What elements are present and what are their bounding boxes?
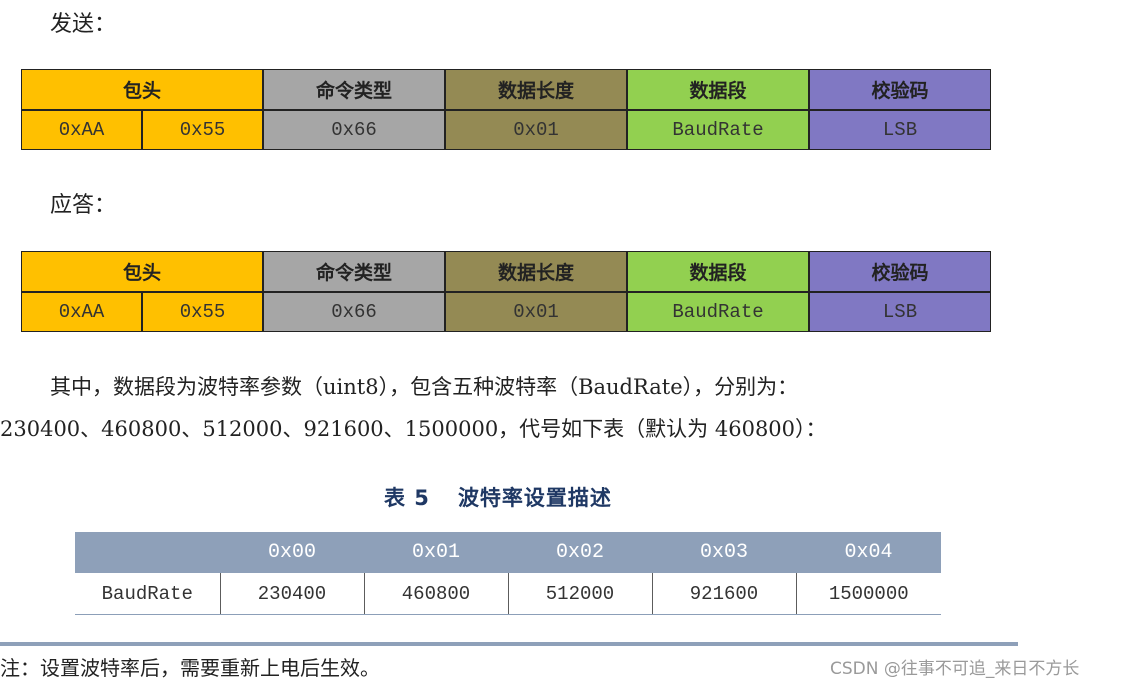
paragraph-line-1: 其中，数据段为波特率参数（uint8），包含五种波特率（BaudRate），分别… — [50, 375, 799, 399]
baud-table-header-row: 0x00 0x01 0x02 0x03 0x04 — [75, 532, 941, 573]
watermark-text: CSDN @往事不可追_来日不方长 — [830, 659, 1080, 679]
send-frame-table: 包头 命令类型 数据长度 数据段 校验码 0xAA 0x55 0x66 0x01… — [21, 69, 992, 150]
reply-value-0x55: 0x55 — [142, 292, 264, 332]
baud-value-cell: 512000 — [507, 573, 652, 615]
send-value-command: 0x66 — [263, 110, 446, 150]
reply-checksum-cell: 校验码 — [809, 251, 992, 292]
reply-value-command: 0x66 — [263, 292, 446, 332]
reply-frame-table: 包头 命令类型 数据长度 数据段 校验码 0xAA 0x55 0x66 0x01… — [21, 251, 992, 332]
baud-value-cell: 1500000 — [795, 573, 941, 615]
baud-row-label: BaudRate — [75, 573, 220, 615]
baud-header-cell: 0x04 — [796, 532, 941, 573]
baud-value-cell: 230400 — [219, 573, 364, 615]
send-value-checksum: LSB — [809, 110, 992, 150]
reply-data-segment-cell: 数据段 — [627, 251, 810, 292]
note-text: 注：设置波特率后，需要重新上电后生效。 — [0, 656, 380, 680]
reply-label: 应答： — [50, 193, 117, 218]
send-data-length-cell: 数据长度 — [445, 69, 628, 110]
send-value-0xaa: 0xAA — [21, 110, 142, 150]
reply-value-length: 0x01 — [445, 292, 628, 332]
divider-rule — [0, 642, 1018, 646]
table-caption: 表 5 波特率设置描述 — [384, 483, 612, 513]
send-value-length: 0x01 — [445, 110, 628, 150]
table-row: BaudRate 230400 460800 512000 921600 150… — [75, 573, 941, 615]
baud-header-cell: 0x01 — [364, 532, 508, 573]
baud-header-cell: 0x03 — [652, 532, 796, 573]
paragraph-line-2: 230400、460800、512000、921600、1500000，代号如下… — [0, 417, 827, 441]
send-data-segment-cell: 数据段 — [627, 69, 810, 110]
table-caption-number: 表 5 — [384, 486, 430, 510]
send-command-type-cell: 命令类型 — [263, 69, 446, 110]
baud-value-cell: 460800 — [363, 573, 508, 615]
send-value-data: BaudRate — [627, 110, 810, 150]
send-label: 发送： — [50, 12, 117, 37]
table-caption-title: 波特率设置描述 — [457, 486, 612, 510]
send-header-cell: 包头 — [21, 69, 264, 110]
reply-value-0xaa: 0xAA — [21, 292, 142, 332]
reply-command-type-cell: 命令类型 — [263, 251, 446, 292]
send-value-0x55: 0x55 — [142, 110, 264, 150]
send-checksum-cell: 校验码 — [809, 69, 992, 110]
reply-value-checksum: LSB — [809, 292, 992, 332]
baud-rate-table: 0x00 0x01 0x02 0x03 0x04 BaudRate 230400… — [75, 532, 941, 615]
baud-value-cell: 921600 — [651, 573, 796, 615]
reply-data-length-cell: 数据长度 — [445, 251, 628, 292]
baud-header-cell: 0x02 — [508, 532, 652, 573]
baud-header-cell — [75, 532, 220, 573]
reply-header-cell: 包头 — [21, 251, 264, 292]
baud-header-cell: 0x00 — [220, 532, 364, 573]
reply-value-data: BaudRate — [627, 292, 810, 332]
